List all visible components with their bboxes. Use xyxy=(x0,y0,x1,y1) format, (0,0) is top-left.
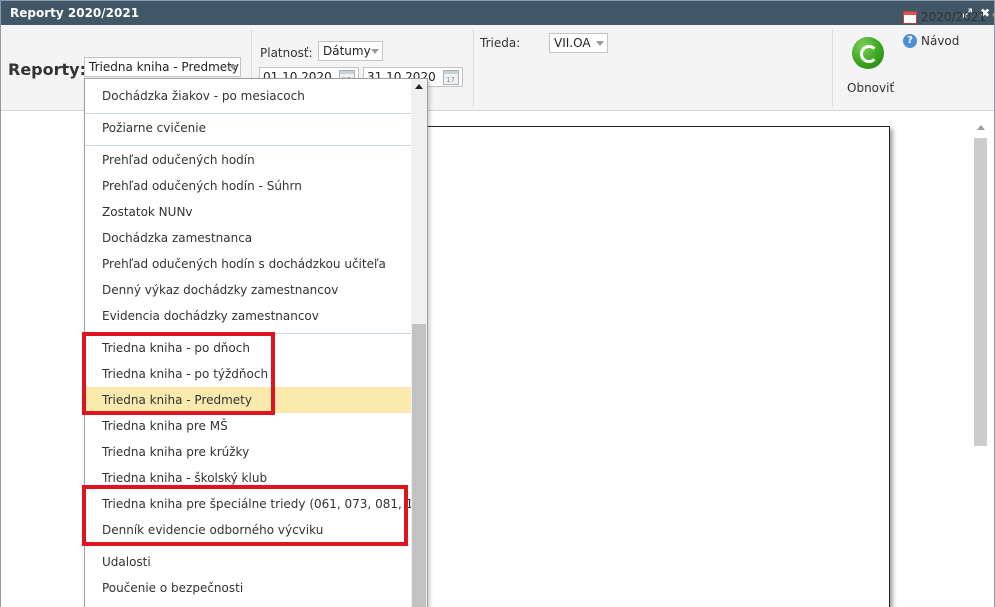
dropdown-item[interactable]: Prehľad odučených hodín - Súhrn xyxy=(85,173,411,199)
report-select-value: Triedna kniha - Predmety xyxy=(89,60,239,74)
help-icon: ? xyxy=(903,34,917,48)
class-label: Trieda: xyxy=(480,36,521,50)
chevron-down-icon xyxy=(596,41,604,46)
school-year-label: 2020/2021 xyxy=(921,10,987,24)
dropdown-item[interactable]: Triedna kniha pre špeciálne triedy (061,… xyxy=(85,491,427,517)
dropdown-item[interactable]: Zostatok NUNv xyxy=(85,199,411,225)
calendar-icon xyxy=(903,10,917,24)
school-year-selector[interactable]: 2020/2021 ▼ xyxy=(903,10,995,24)
help-label: Návod xyxy=(921,34,960,48)
dropdown-item[interactable]: Dochádzka zamestnanca xyxy=(85,225,411,251)
scroll-up-icon[interactable] xyxy=(415,84,423,89)
class-select[interactable]: VII.OA xyxy=(549,33,608,53)
refresh-icon xyxy=(852,37,884,69)
refresh-label: Obnoviť xyxy=(847,81,895,95)
calendar-icon[interactable]: 17 xyxy=(443,70,459,85)
toolbar-divider xyxy=(473,29,474,107)
dropdown-item[interactable]: Triedna kniha - po týždňoch xyxy=(85,361,411,387)
refresh-button[interactable]: Obnoviť xyxy=(844,35,894,101)
dropdown-item[interactable]: Triedna kniha - Predmety xyxy=(85,387,411,413)
reports-window: Reporty 2020/2021 ⤢ ✖ Reporty: Triedna k… xyxy=(0,0,995,607)
window-title: Reporty 2020/2021 xyxy=(10,6,140,20)
help-link[interactable]: ? Návod xyxy=(903,34,959,48)
dropdown-item[interactable]: Požiarne cvičenie xyxy=(85,115,411,141)
report-dropdown-list: Dochádzka žiakov - po mesiacoch Požiarne … xyxy=(84,78,428,607)
validity-select-value: Dátumy xyxy=(323,44,371,58)
dropdown-item[interactable]: Triedna kniha - školský klub xyxy=(85,465,411,491)
dropdown-item[interactable]: Denný výkaz dochádzky zamestnancov xyxy=(85,277,411,303)
validity-label: Platnosť: xyxy=(260,46,313,60)
dropdown-item[interactable]: Prehľad odučených hodín xyxy=(85,147,411,173)
dropdown-item[interactable]: Denník evidencie odborného výcviku xyxy=(85,517,411,543)
dropdown-separator xyxy=(85,113,411,114)
dropdown-item[interactable]: Evidencia dochádzky zamestnancov xyxy=(85,303,411,329)
validity-select[interactable]: Dátumy xyxy=(318,41,383,61)
dropdown-item[interactable]: Poučenie o bezpečnosti xyxy=(85,575,411,601)
dropdown-separator xyxy=(85,145,411,146)
toolbar-divider xyxy=(832,29,833,107)
scrollbar-thumb[interactable] xyxy=(412,324,426,607)
class-select-value: VII.OA xyxy=(554,36,591,50)
window-titlebar: Reporty 2020/2021 ⤢ ✖ xyxy=(1,1,994,25)
dropdown-item[interactable]: Prehľad odučených hodín s dochádzkou uči… xyxy=(85,251,411,277)
dropdown-item[interactable]: Dochádzka žiakov - po mesiacoch xyxy=(85,83,411,109)
chevron-down-icon xyxy=(229,65,237,70)
dropdown-item[interactable]: Triedna kniha pre MŠ xyxy=(85,413,411,439)
dropdown-item[interactable]: Triedna kniha pre krúžky xyxy=(85,439,411,465)
dropdown-item[interactable]: Triedna kniha - po dňoch xyxy=(85,335,411,361)
dropdown-scrollbar[interactable] xyxy=(411,79,427,607)
preview-scrollbar[interactable] xyxy=(972,122,989,607)
report-page xyxy=(421,126,890,607)
dropdown-item[interactable]: Udalosti xyxy=(85,549,411,575)
scroll-up-icon[interactable] xyxy=(977,125,985,130)
report-select[interactable]: Triedna kniha - Predmety xyxy=(84,57,241,77)
chevron-down-icon xyxy=(371,49,379,54)
scrollbar-thumb[interactable] xyxy=(974,138,987,446)
reports-label: Reporty: xyxy=(8,60,86,79)
dropdown-separator xyxy=(85,333,411,334)
